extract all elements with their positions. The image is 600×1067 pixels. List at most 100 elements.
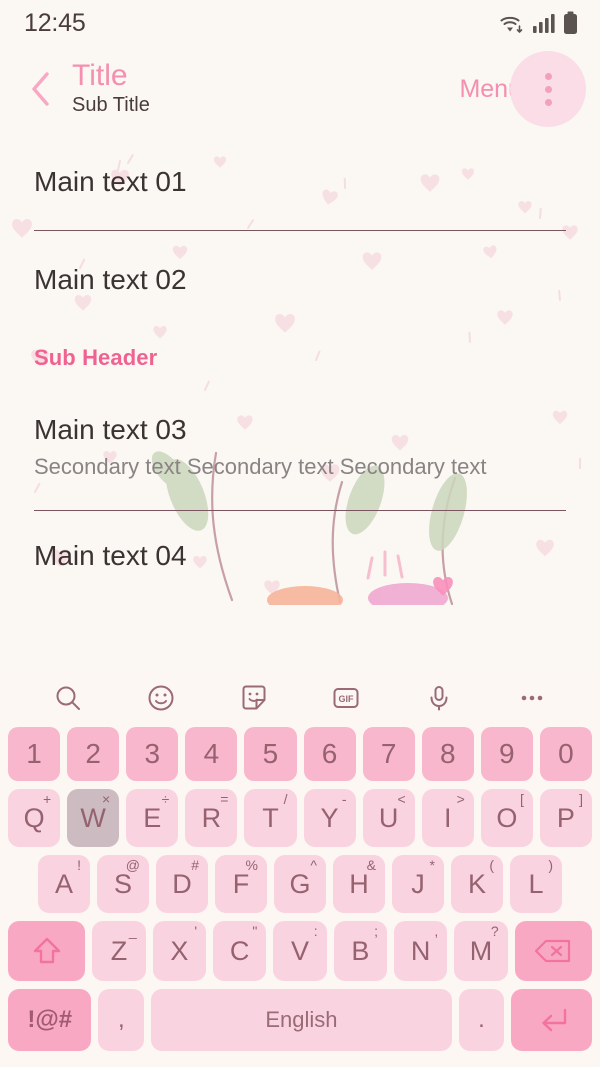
key-i[interactable]: > I <box>421 789 474 847</box>
key-0[interactable]: 0 <box>539 727 592 781</box>
key-a-sup: ! <box>77 857 81 873</box>
keyboard-row-zxcv: _ Z ' X " C : V ; B , N ? M <box>0 921 600 981</box>
key-u-label: U <box>378 802 399 833</box>
key-q-sup: + <box>42 791 52 807</box>
status-bar: 12:45 <box>0 0 600 46</box>
battery-icon <box>564 11 577 34</box>
backspace-key[interactable] <box>514 921 592 981</box>
key-p[interactable]: ] P <box>539 789 592 847</box>
key-3[interactable]: 3 <box>126 727 179 781</box>
list-item[interactable]: Main text 04 <box>0 511 600 573</box>
key-g[interactable]: ^ G <box>274 855 326 913</box>
space-key[interactable]: English <box>151 989 452 1051</box>
overflow-menu-button[interactable] <box>510 51 586 127</box>
more-vertical-icon-dot <box>544 85 552 93</box>
key-i-label: I <box>443 802 452 833</box>
key-h[interactable]: & H <box>333 855 385 913</box>
key-v[interactable]: : V <box>273 921 327 981</box>
key-2[interactable]: 2 <box>67 727 120 781</box>
key-9[interactable]: 9 <box>480 727 533 781</box>
key-w[interactable]: × W <box>67 789 120 847</box>
more-horizontal-icon[interactable] <box>508 674 556 722</box>
microphone-icon-glyph <box>430 686 448 711</box>
key-c-label: C <box>229 935 250 966</box>
key-a[interactable]: ! A <box>38 855 90 913</box>
key-l-sup: ) <box>548 857 553 873</box>
key-m[interactable]: ? M <box>454 921 508 981</box>
key-t-sup: / <box>283 791 288 807</box>
list-item[interactable]: Main text 03 Secondary text Secondary te… <box>0 381 600 488</box>
key-c[interactable]: " C <box>213 921 267 981</box>
key-k-sup: ( <box>489 857 494 873</box>
key-b[interactable]: ; B <box>333 921 387 981</box>
key-r[interactable]: = R <box>185 789 238 847</box>
sticker-icon[interactable] <box>230 674 278 722</box>
emoji-icon-glyph <box>148 685 174 711</box>
chevron-left-icon <box>32 72 49 106</box>
comma-key[interactable]: , <box>98 989 145 1051</box>
key-x[interactable]: ' X <box>152 921 206 981</box>
key-v-label: V <box>290 935 309 966</box>
key-a-label: A <box>54 868 73 899</box>
back-button[interactable] <box>18 66 64 112</box>
list-item-main-text: Main text 01 <box>34 166 187 198</box>
key-b-sup: ; <box>374 923 378 939</box>
gif-icon[interactable]: GIF <box>322 674 370 722</box>
key-n[interactable]: , N <box>393 921 448 981</box>
key-e[interactable]: ÷ E <box>126 789 179 847</box>
key-z-sup: _ <box>128 923 137 939</box>
key-z[interactable]: _ Z <box>92 921 146 981</box>
symbols-key[interactable]: !@# <box>8 989 92 1051</box>
list-item-secondary-text: Secondary text Secondary text Secondary … <box>34 453 487 479</box>
more-vertical-icon-dot <box>544 72 552 80</box>
key-6[interactable]: 6 <box>303 727 356 781</box>
sub-header: Sub Header <box>0 307 600 381</box>
key-q-label: Q <box>23 802 45 833</box>
key-j-sup: * <box>429 857 435 873</box>
key-d[interactable]: # D <box>156 855 208 913</box>
gif-icon-label: GIF <box>339 694 355 704</box>
period-key[interactable]: . <box>458 989 505 1051</box>
key-e-label: E <box>143 802 162 833</box>
status-icons <box>498 11 578 35</box>
key-4[interactable]: 4 <box>185 727 238 781</box>
sticker-icon-glyph <box>242 685 266 710</box>
list-item-main-text: Main text 03 <box>34 414 187 445</box>
key-u-sup: < <box>397 791 406 807</box>
emoji-icon[interactable] <box>137 674 185 722</box>
key-f[interactable]: % F <box>215 855 267 913</box>
key-u[interactable]: < U <box>362 789 415 847</box>
key-y[interactable]: - Y <box>303 789 356 847</box>
key-f-sup: % <box>245 857 258 873</box>
key-m-label: M <box>469 935 493 966</box>
key-1[interactable]: 1 <box>8 727 61 781</box>
list-item[interactable]: Main text 02 <box>0 231 600 307</box>
keyboard-row-asdf: ! A @ S # D % F ^ G & H * J (K) L <box>0 855 600 913</box>
key-g-label: G <box>289 868 311 899</box>
key-o-sup: [ <box>519 791 524 807</box>
list-item-main-text: Main text 04 <box>34 540 187 572</box>
key-q[interactable]: + Q <box>8 789 61 847</box>
key-k[interactable]: ( K <box>451 855 503 913</box>
key-o[interactable]: [ O <box>480 789 533 847</box>
key-5[interactable]: 5 <box>244 727 297 781</box>
key-e-sup: ÷ <box>161 791 170 807</box>
list-item[interactable]: Main text 01 <box>0 132 600 208</box>
key-t[interactable]: / T <box>244 789 297 847</box>
key-h-sup: & <box>366 857 376 873</box>
key-7[interactable]: 7 <box>362 727 415 781</box>
microphone-icon[interactable] <box>415 674 463 722</box>
more-horizontal-icon-glyph <box>521 695 542 701</box>
enter-key[interactable] <box>511 989 593 1051</box>
key-l[interactable]: ) L <box>510 855 562 913</box>
key-h-label: H <box>349 868 369 899</box>
key-j-label: J <box>411 868 425 899</box>
key-s[interactable]: @ S <box>97 855 149 913</box>
search-icon[interactable] <box>44 674 92 722</box>
key-8[interactable]: 8 <box>421 727 474 781</box>
shift-key[interactable] <box>8 921 86 981</box>
key-j[interactable]: * J <box>392 855 444 913</box>
key-g-sup: ^ <box>310 857 317 873</box>
key-n-label: N <box>410 935 431 966</box>
key-p-label: P <box>556 802 575 833</box>
